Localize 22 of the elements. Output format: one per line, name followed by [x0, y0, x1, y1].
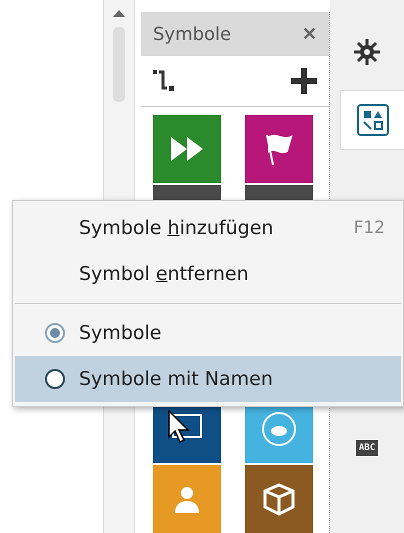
symbol-tile[interactable] [153, 465, 221, 533]
cursor-icon [168, 410, 190, 444]
symbol-tile[interactable] [245, 465, 313, 533]
radio-button[interactable] [45, 369, 65, 389]
close-button[interactable]: ✕ [302, 23, 317, 45]
scroll-up-icon[interactable] [113, 10, 125, 17]
menu-item[interactable]: Symbol entfernen [15, 251, 401, 297]
panel-title: Symbole [153, 24, 232, 44]
text-label-icon[interactable]: ABC [356, 440, 378, 456]
shapes-icon [356, 104, 388, 136]
symbol-tile[interactable] [245, 115, 313, 183]
shortcut-label: F12 [354, 218, 385, 238]
add-icon[interactable] [291, 68, 317, 94]
gear-icon[interactable] [353, 38, 381, 66]
symbol-tile[interactable] [153, 115, 221, 183]
menu-item[interactable]: Symbole hinzufügen F12 [15, 205, 401, 251]
connector-icon[interactable] [153, 70, 175, 92]
symbols-tab[interactable] [340, 90, 404, 150]
menu-item[interactable]: Symbole mit Namen [15, 356, 401, 402]
radio-button[interactable] [45, 323, 65, 343]
disc-icon [259, 409, 299, 449]
menu-item[interactable]: Symbole [15, 310, 401, 356]
